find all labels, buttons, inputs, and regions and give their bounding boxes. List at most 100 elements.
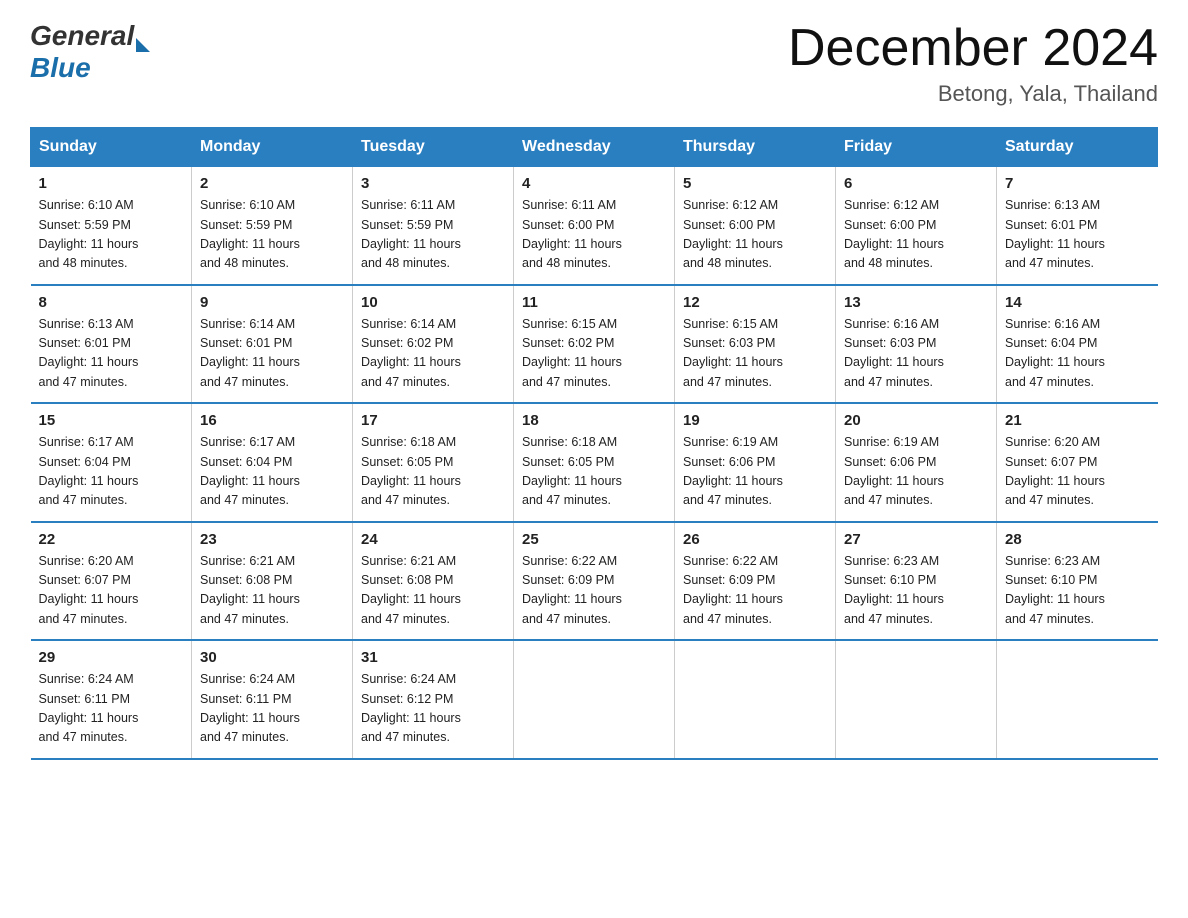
calendar-week-row: 29 Sunrise: 6:24 AMSunset: 6:11 PMDaylig… (31, 640, 1158, 759)
calendar-cell: 28 Sunrise: 6:23 AMSunset: 6:10 PMDaylig… (997, 522, 1158, 641)
logo-general-text: General (30, 20, 134, 52)
calendar-cell: 14 Sunrise: 6:16 AMSunset: 6:04 PMDaylig… (997, 285, 1158, 404)
day-number: 20 (844, 412, 988, 429)
calendar-cell: 31 Sunrise: 6:24 AMSunset: 6:12 PMDaylig… (353, 640, 514, 759)
day-number: 29 (39, 649, 184, 666)
day-number: 7 (1005, 175, 1150, 192)
day-info: Sunrise: 6:18 AMSunset: 6:05 PMDaylight:… (361, 433, 505, 511)
calendar-cell: 30 Sunrise: 6:24 AMSunset: 6:11 PMDaylig… (192, 640, 353, 759)
day-number: 28 (1005, 531, 1150, 548)
day-info: Sunrise: 6:12 AMSunset: 6:00 PMDaylight:… (683, 196, 827, 274)
calendar-cell: 25 Sunrise: 6:22 AMSunset: 6:09 PMDaylig… (514, 522, 675, 641)
calendar-cell: 23 Sunrise: 6:21 AMSunset: 6:08 PMDaylig… (192, 522, 353, 641)
day-info: Sunrise: 6:13 AMSunset: 6:01 PMDaylight:… (1005, 196, 1150, 274)
day-info: Sunrise: 6:20 AMSunset: 6:07 PMDaylight:… (39, 552, 184, 630)
day-info: Sunrise: 6:10 AMSunset: 5:59 PMDaylight:… (39, 196, 184, 274)
header-tuesday: Tuesday (353, 128, 514, 167)
day-info: Sunrise: 6:16 AMSunset: 6:04 PMDaylight:… (1005, 315, 1150, 393)
day-info: Sunrise: 6:21 AMSunset: 6:08 PMDaylight:… (361, 552, 505, 630)
calendar-cell: 13 Sunrise: 6:16 AMSunset: 6:03 PMDaylig… (836, 285, 997, 404)
calendar-cell: 11 Sunrise: 6:15 AMSunset: 6:02 PMDaylig… (514, 285, 675, 404)
calendar-table: SundayMondayTuesdayWednesdayThursdayFrid… (30, 127, 1158, 760)
calendar-cell: 26 Sunrise: 6:22 AMSunset: 6:09 PMDaylig… (675, 522, 836, 641)
calendar-cell: 20 Sunrise: 6:19 AMSunset: 6:06 PMDaylig… (836, 403, 997, 522)
day-number: 12 (683, 294, 827, 311)
logo-triangle-icon (136, 38, 150, 52)
day-info: Sunrise: 6:17 AMSunset: 6:04 PMDaylight:… (39, 433, 184, 511)
day-number: 2 (200, 175, 344, 192)
day-number: 11 (522, 294, 666, 311)
day-info: Sunrise: 6:16 AMSunset: 6:03 PMDaylight:… (844, 315, 988, 393)
calendar-cell: 19 Sunrise: 6:19 AMSunset: 6:06 PMDaylig… (675, 403, 836, 522)
day-number: 26 (683, 531, 827, 548)
day-info: Sunrise: 6:14 AMSunset: 6:01 PMDaylight:… (200, 315, 344, 393)
day-number: 10 (361, 294, 505, 311)
calendar-week-row: 15 Sunrise: 6:17 AMSunset: 6:04 PMDaylig… (31, 403, 1158, 522)
day-number: 30 (200, 649, 344, 666)
calendar-cell (997, 640, 1158, 759)
day-number: 6 (844, 175, 988, 192)
day-number: 24 (361, 531, 505, 548)
calendar-week-row: 1 Sunrise: 6:10 AMSunset: 5:59 PMDayligh… (31, 167, 1158, 285)
day-number: 15 (39, 412, 184, 429)
page-header: General Blue December 2024 Betong, Yala,… (30, 20, 1158, 107)
header-friday: Friday (836, 128, 997, 167)
day-number: 14 (1005, 294, 1150, 311)
day-number: 9 (200, 294, 344, 311)
day-info: Sunrise: 6:24 AMSunset: 6:11 PMDaylight:… (39, 670, 184, 748)
calendar-cell: 27 Sunrise: 6:23 AMSunset: 6:10 PMDaylig… (836, 522, 997, 641)
calendar-cell: 17 Sunrise: 6:18 AMSunset: 6:05 PMDaylig… (353, 403, 514, 522)
month-title: December 2024 (788, 20, 1158, 77)
day-info: Sunrise: 6:15 AMSunset: 6:02 PMDaylight:… (522, 315, 666, 393)
day-info: Sunrise: 6:15 AMSunset: 6:03 PMDaylight:… (683, 315, 827, 393)
calendar-cell: 4 Sunrise: 6:11 AMSunset: 6:00 PMDayligh… (514, 167, 675, 285)
day-info: Sunrise: 6:11 AMSunset: 6:00 PMDaylight:… (522, 196, 666, 274)
header-thursday: Thursday (675, 128, 836, 167)
header-wednesday: Wednesday (514, 128, 675, 167)
calendar-week-row: 22 Sunrise: 6:20 AMSunset: 6:07 PMDaylig… (31, 522, 1158, 641)
day-info: Sunrise: 6:24 AMSunset: 6:11 PMDaylight:… (200, 670, 344, 748)
day-number: 19 (683, 412, 827, 429)
calendar-cell: 10 Sunrise: 6:14 AMSunset: 6:02 PMDaylig… (353, 285, 514, 404)
calendar-cell (675, 640, 836, 759)
day-number: 5 (683, 175, 827, 192)
day-info: Sunrise: 6:23 AMSunset: 6:10 PMDaylight:… (1005, 552, 1150, 630)
day-info: Sunrise: 6:17 AMSunset: 6:04 PMDaylight:… (200, 433, 344, 511)
day-info: Sunrise: 6:19 AMSunset: 6:06 PMDaylight:… (683, 433, 827, 511)
day-number: 4 (522, 175, 666, 192)
day-info: Sunrise: 6:18 AMSunset: 6:05 PMDaylight:… (522, 433, 666, 511)
calendar-cell: 7 Sunrise: 6:13 AMSunset: 6:01 PMDayligh… (997, 167, 1158, 285)
header-sunday: Sunday (31, 128, 192, 167)
calendar-cell: 5 Sunrise: 6:12 AMSunset: 6:00 PMDayligh… (675, 167, 836, 285)
day-number: 18 (522, 412, 666, 429)
logo: General Blue (30, 20, 150, 84)
header-saturday: Saturday (997, 128, 1158, 167)
calendar-cell (836, 640, 997, 759)
header-monday: Monday (192, 128, 353, 167)
day-info: Sunrise: 6:12 AMSunset: 6:00 PMDaylight:… (844, 196, 988, 274)
day-number: 22 (39, 531, 184, 548)
calendar-cell: 3 Sunrise: 6:11 AMSunset: 5:59 PMDayligh… (353, 167, 514, 285)
day-number: 31 (361, 649, 505, 666)
calendar-cell: 9 Sunrise: 6:14 AMSunset: 6:01 PMDayligh… (192, 285, 353, 404)
day-info: Sunrise: 6:11 AMSunset: 5:59 PMDaylight:… (361, 196, 505, 274)
calendar-cell: 21 Sunrise: 6:20 AMSunset: 6:07 PMDaylig… (997, 403, 1158, 522)
calendar-cell: 6 Sunrise: 6:12 AMSunset: 6:00 PMDayligh… (836, 167, 997, 285)
calendar-cell: 8 Sunrise: 6:13 AMSunset: 6:01 PMDayligh… (31, 285, 192, 404)
day-info: Sunrise: 6:13 AMSunset: 6:01 PMDaylight:… (39, 315, 184, 393)
day-info: Sunrise: 6:10 AMSunset: 5:59 PMDaylight:… (200, 196, 344, 274)
day-number: 13 (844, 294, 988, 311)
day-number: 21 (1005, 412, 1150, 429)
day-number: 16 (200, 412, 344, 429)
day-info: Sunrise: 6:23 AMSunset: 6:10 PMDaylight:… (844, 552, 988, 630)
calendar-cell: 16 Sunrise: 6:17 AMSunset: 6:04 PMDaylig… (192, 403, 353, 522)
day-info: Sunrise: 6:24 AMSunset: 6:12 PMDaylight:… (361, 670, 505, 748)
day-number: 23 (200, 531, 344, 548)
day-number: 3 (361, 175, 505, 192)
title-area: December 2024 Betong, Yala, Thailand (788, 20, 1158, 107)
calendar-cell: 24 Sunrise: 6:21 AMSunset: 6:08 PMDaylig… (353, 522, 514, 641)
day-info: Sunrise: 6:22 AMSunset: 6:09 PMDaylight:… (522, 552, 666, 630)
calendar-cell: 1 Sunrise: 6:10 AMSunset: 5:59 PMDayligh… (31, 167, 192, 285)
calendar-cell (514, 640, 675, 759)
calendar-cell: 22 Sunrise: 6:20 AMSunset: 6:07 PMDaylig… (31, 522, 192, 641)
